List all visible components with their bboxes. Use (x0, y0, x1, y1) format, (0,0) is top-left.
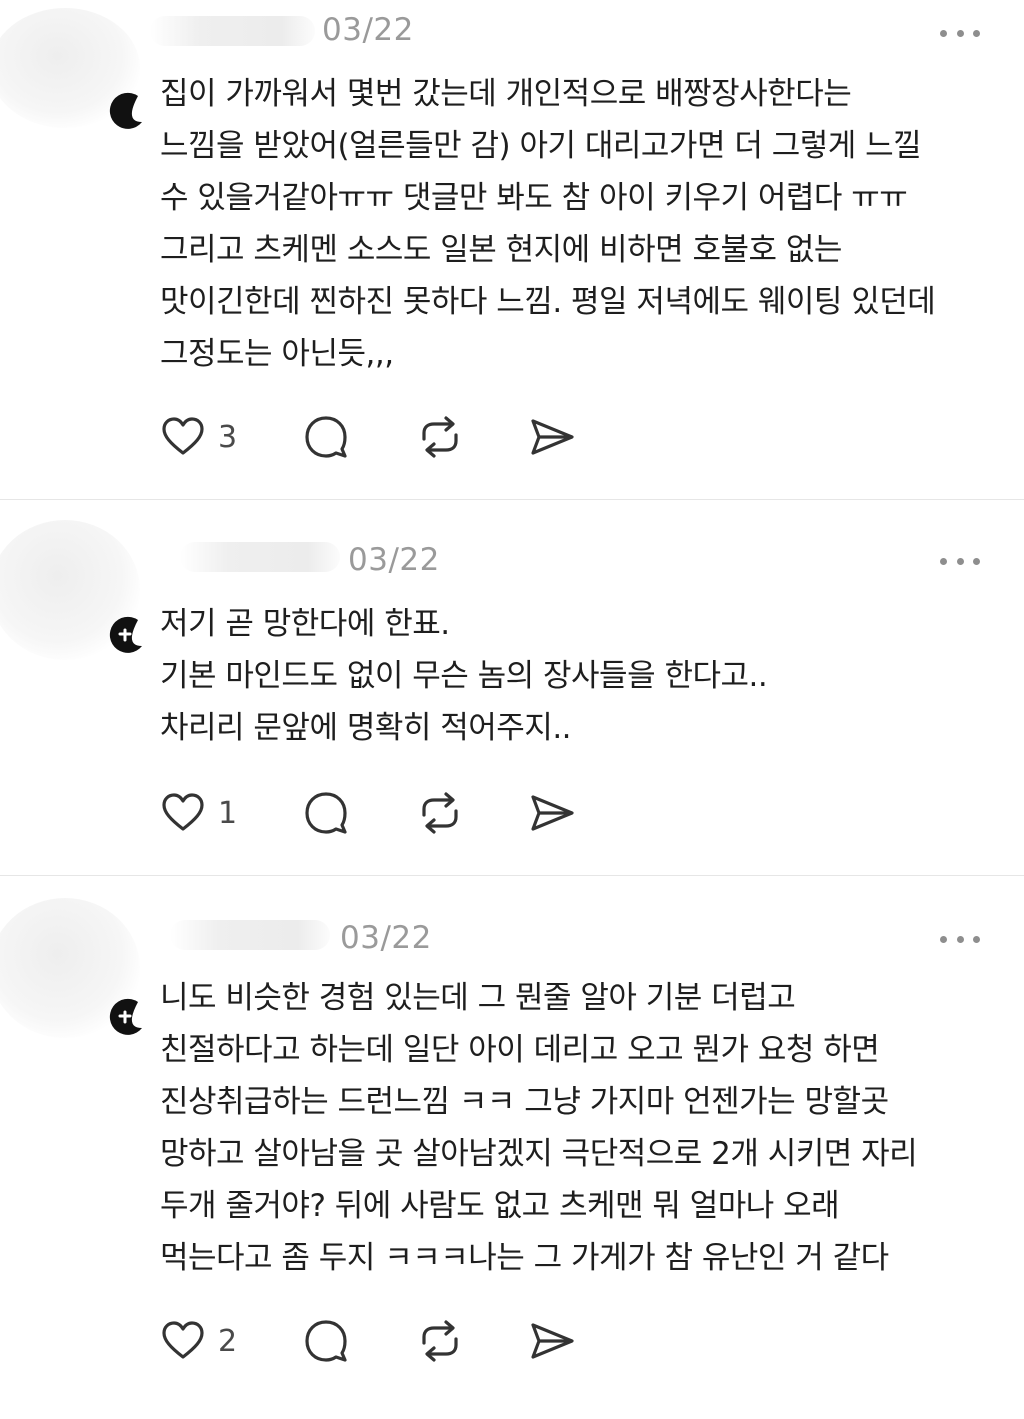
post-line: 그리고 츠케멘 소스도 일본 현지에 비하면 호불호 없는 (160, 232, 842, 268)
repost-button[interactable] (416, 788, 464, 838)
like-count: 1 (218, 795, 238, 831)
send-plane-icon (531, 1323, 574, 1359)
like-button[interactable]: 3 (160, 412, 237, 462)
share-button[interactable] (528, 412, 576, 462)
post-line: 망하고 살아남을 곳 살아남겠지 극단적으로 2개 시키면 자리 (160, 1136, 918, 1172)
heart-icon (162, 1321, 204, 1359)
more-dots-icon[interactable] (940, 554, 980, 568)
reply-button[interactable] (302, 788, 350, 838)
reply-button[interactable] (302, 1316, 350, 1366)
post-line: 두개 줄거야? 뒤에 사람도 없고 츠케맨 뭐 얼마나 오래 (160, 1188, 840, 1224)
post-date: 03/22 (322, 12, 414, 48)
post-line: 저기 곧 망한다에 한표. (160, 606, 450, 642)
repost-button[interactable] (416, 412, 464, 462)
post-line: 차리리 문앞에 명확히 적어주지.. (160, 710, 572, 746)
heart-icon (162, 793, 204, 831)
like-button[interactable]: 1 (160, 788, 237, 838)
share-button[interactable] (528, 1316, 576, 1366)
post-line: 집이 가까워서 몇번 갔는데 개인적으로 배짱장사한다는 (160, 76, 852, 112)
post-line: 수 있을거같아ㅠㅠ 댓글만 봐도 참 아이 키우기 어렵다 ㅠㅠ (160, 180, 908, 216)
post-line: 진상취급하는 드런느낌 ㅋㅋ 그냥 가지마 언젠가는 망할곳 (160, 1084, 889, 1120)
send-plane-icon (531, 795, 574, 831)
username-redacted (170, 920, 330, 950)
repost-arrows-icon (422, 416, 458, 458)
post-date: 03/22 (348, 542, 440, 578)
like-count: 2 (218, 1323, 238, 1359)
comment-bubble-icon (305, 792, 347, 834)
post-line: 느낌을 받았어(얼른들만 감) 아기 대리고가면 더 그렇게 느낄 (160, 128, 922, 164)
like-button[interactable]: 2 (160, 1316, 237, 1366)
post-line: 맛이긴한데 찐하진 못하다 느낌. 평일 저녁에도 웨이팅 있던데 (160, 284, 936, 320)
post-body: 집이 가까워서 몇번 갔는데 개인적으로 배짱장사한다는 느낌을 받았어(얼른들… (160, 68, 1006, 380)
post-date: 03/22 (340, 920, 432, 956)
share-button[interactable] (528, 788, 576, 838)
repost-arrows-icon (422, 792, 458, 834)
more-dots-icon[interactable] (940, 932, 980, 946)
avatar-badge[interactable] (104, 92, 146, 134)
reply-button[interactable] (302, 412, 350, 462)
comment-bubble-icon (305, 1320, 347, 1362)
post-line: 기본 마인드도 없이 무슨 놈의 장사들을 한다고.. (160, 658, 768, 694)
avatar-badge[interactable] (104, 998, 146, 1040)
post-2: 03/22 저기 곧 망한다에 한표. 기본 마인드도 없이 무슨 놈의 장사들… (0, 500, 1024, 876)
avatar-badge[interactable] (104, 616, 146, 658)
heart-icon (162, 417, 204, 455)
post-1: 03/22 집이 가까워서 몇번 갔는데 개인적으로 배짱장사한다는 느낌을 받… (0, 0, 1024, 500)
post-3: 03/22 니도 비슷한 경험 있는데 그 뭔줄 알아 기분 더럽고 친절하다고… (0, 876, 1024, 1419)
post-body: 저기 곧 망한다에 한표. 기본 마인드도 없이 무슨 놈의 장사들을 한다고.… (160, 598, 1006, 754)
post-line: 먹는다고 좀 두지 ㅋㅋㅋ나는 그 가게가 참 유난인 거 같다 (160, 1240, 889, 1276)
more-dots-icon[interactable] (940, 26, 980, 40)
post-line: 니도 비슷한 경험 있는데 그 뭔줄 알아 기분 더럽고 (160, 980, 796, 1016)
send-plane-icon (531, 419, 574, 455)
post-line: 그정도는 아닌듯,,, (160, 336, 394, 372)
repost-arrows-icon (422, 1320, 458, 1362)
post-body: 니도 비슷한 경험 있는데 그 뭔줄 알아 기분 더럽고 친절하다고 하는데 일… (160, 972, 1006, 1284)
comment-bubble-icon (305, 416, 347, 458)
repost-button[interactable] (416, 1316, 464, 1366)
username-redacted (150, 16, 315, 46)
post-line: 친절하다고 하는데 일단 아이 데리고 오고 뭔가 요청 하면 (160, 1032, 880, 1068)
like-count: 3 (218, 419, 238, 455)
username-redacted (180, 542, 340, 572)
